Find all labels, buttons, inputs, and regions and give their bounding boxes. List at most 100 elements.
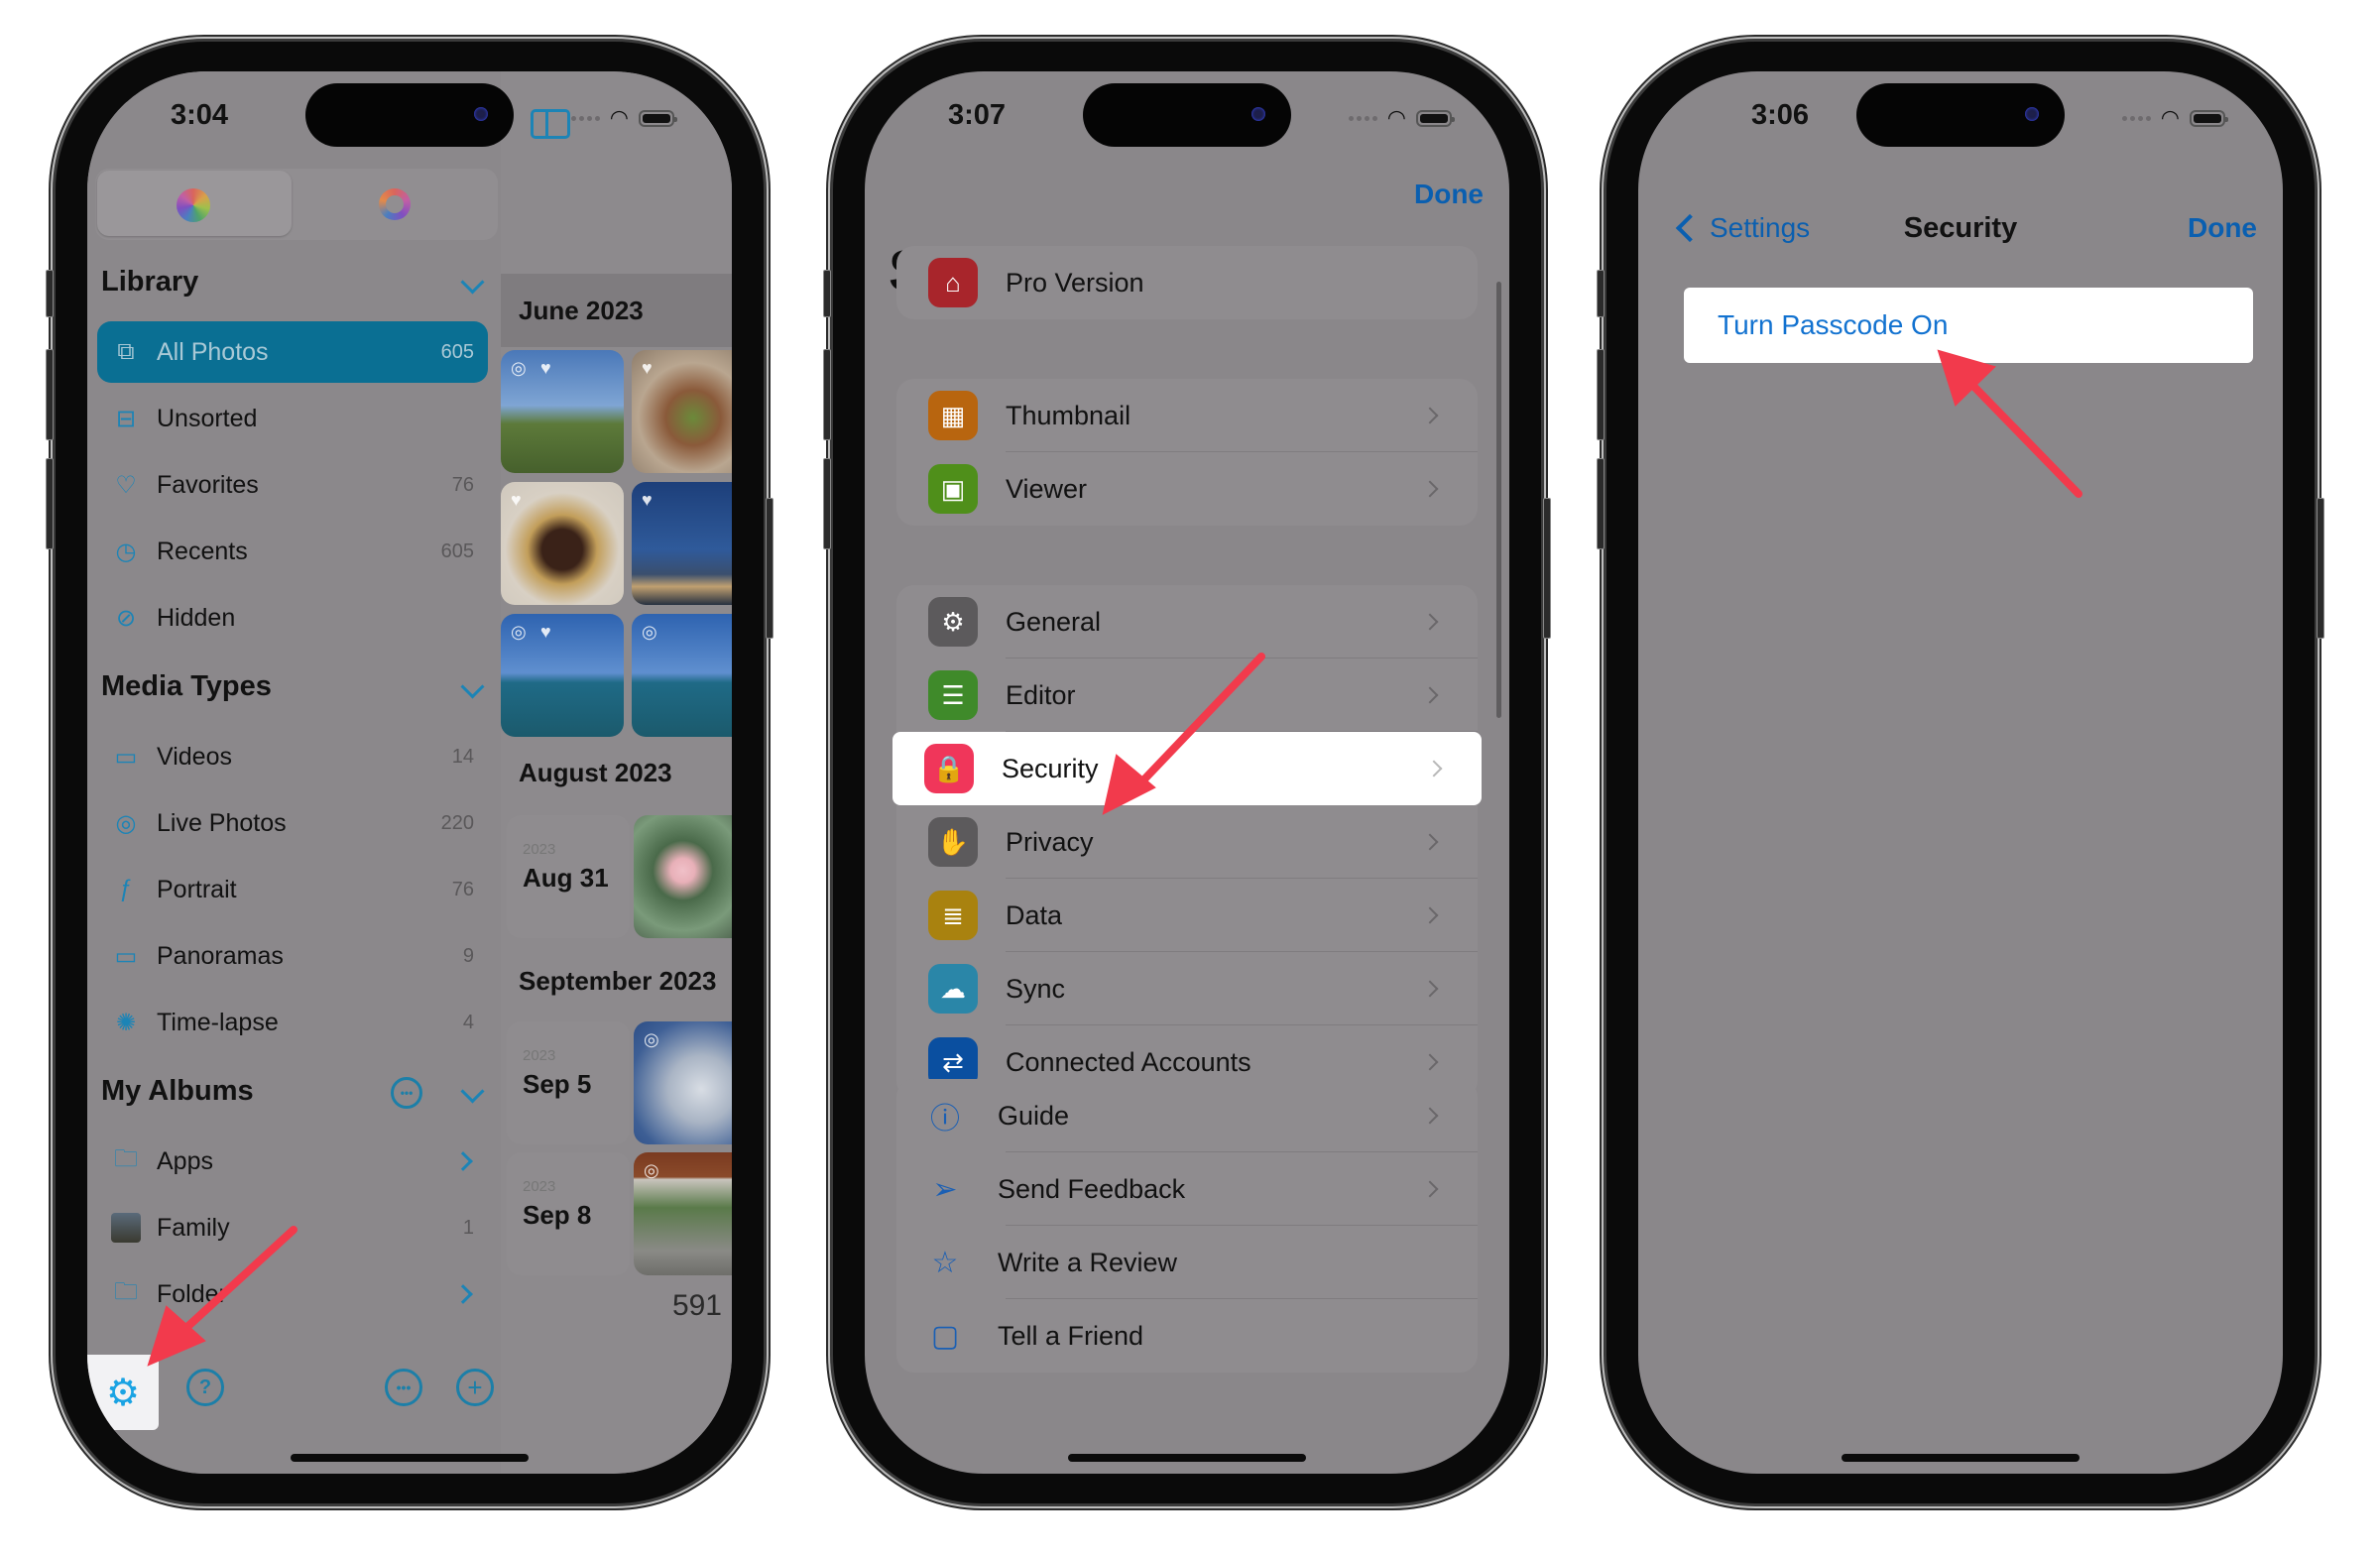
settings-row-write-a-review[interactable]: ☆ Write a Review bbox=[896, 1226, 1478, 1299]
done-button[interactable]: Done bbox=[1414, 179, 1484, 210]
sidebar-item-hidden[interactable]: ⊘ Hidden bbox=[97, 587, 488, 649]
section-title-media-types: Media Types bbox=[101, 670, 272, 702]
paper-plane-icon: ➢ bbox=[932, 1172, 958, 1206]
help-button[interactable]: ? bbox=[186, 1369, 224, 1406]
settings-button[interactable]: ⚙ bbox=[87, 1355, 159, 1430]
photo-thumbnail[interactable]: ♥ bbox=[632, 482, 732, 605]
signal-icon bbox=[2121, 115, 2151, 121]
photo-thumbnail[interactable]: ◎ ♥ bbox=[501, 614, 624, 737]
settings-row-sync[interactable]: ☁ Sync bbox=[896, 952, 1478, 1025]
settings-row-send-feedback[interactable]: ➢ Send Feedback bbox=[896, 1152, 1478, 1226]
sidebar-item-unsorted[interactable]: ⊟ Unsorted bbox=[97, 388, 488, 449]
live-photo-icon: ◎ bbox=[115, 809, 137, 837]
scrollbar[interactable] bbox=[1496, 282, 1501, 718]
phone-side-button bbox=[1597, 270, 1605, 317]
sidebar-item-label: All Photos bbox=[157, 337, 269, 366]
photo-thumbnail[interactable]: ◎ ♥ bbox=[501, 350, 624, 473]
live-photo-icon: ◎ bbox=[644, 1160, 659, 1180]
sidebar-item-panoramas[interactable]: ▭ Panoramas 9 bbox=[97, 925, 488, 987]
settings-row-label: Sync bbox=[1006, 973, 1066, 1004]
settings-row-label: Pro Version bbox=[1006, 267, 1144, 298]
settings-row-label: Guide bbox=[998, 1100, 1070, 1131]
settings-row-editor[interactable]: ☰ Editor bbox=[896, 658, 1478, 732]
chevron-right-icon bbox=[1421, 1180, 1439, 1198]
sidebar-item-recents[interactable]: ◷ Recents 605 bbox=[97, 521, 488, 582]
settings-row-security[interactable]: 🔒 Security bbox=[892, 732, 1482, 805]
camera-icon bbox=[2025, 107, 2039, 121]
folder-icon: 🗀 bbox=[114, 1277, 138, 1305]
settings-row-label: General bbox=[1006, 606, 1102, 637]
album-thumbnail bbox=[109, 1213, 143, 1243]
wifi-icon: ◠ bbox=[1386, 105, 1406, 130]
settings-row-data[interactable]: ≣ Data bbox=[896, 879, 1478, 952]
sidebar-item-label: Favorites bbox=[157, 470, 259, 499]
status-time: 3:07 bbox=[948, 99, 1007, 131]
chevron-down-icon[interactable] bbox=[460, 1079, 485, 1104]
month-header: August 2023 bbox=[519, 757, 672, 787]
date-card[interactable]: 2023 Sep 5 bbox=[507, 1021, 630, 1144]
photo-thumbnail[interactable]: ◎ bbox=[634, 1152, 732, 1275]
tray-icon: ⊟ bbox=[115, 405, 137, 432]
settings-row-privacy[interactable]: ✋ Privacy bbox=[896, 805, 1478, 879]
photo-thumbnail[interactable] bbox=[634, 815, 732, 938]
sidebar-item-all-photos[interactable]: ⧉ All Photos 605 bbox=[97, 321, 488, 383]
source-segmented-control[interactable] bbox=[95, 169, 498, 240]
photo-thumbnail[interactable]: ◎ bbox=[634, 1021, 732, 1144]
settings-row-viewer[interactable]: ▣ Viewer bbox=[896, 452, 1478, 526]
settings-row-label: Write a Review bbox=[998, 1247, 1178, 1277]
settings-row-label: Viewer bbox=[1006, 473, 1088, 504]
sidebar-item-family[interactable]: Family 1 bbox=[97, 1197, 488, 1258]
item-count: 605 bbox=[440, 539, 474, 562]
date-card[interactable]: 2023 Sep 8 bbox=[507, 1152, 630, 1275]
chevron-right-icon bbox=[1421, 686, 1439, 704]
more-button[interactable]: ••• bbox=[385, 1369, 422, 1406]
sidebar-toggle-icon[interactable] bbox=[531, 109, 570, 139]
section-title-my-albums: My Albums bbox=[101, 1075, 254, 1107]
done-button[interactable]: Done bbox=[2188, 212, 2257, 244]
date-card[interactable]: 2023 Aug 31 bbox=[507, 815, 630, 938]
sidebar-item-live-photos[interactable]: ◎ Live Photos 220 bbox=[97, 792, 488, 854]
photo-thumbnail[interactable]: ♥ bbox=[501, 482, 624, 605]
store-icon: ⌂ bbox=[928, 258, 978, 307]
chevron-down-icon[interactable] bbox=[460, 270, 485, 295]
photo-thumbnail[interactable]: ♥ bbox=[632, 350, 732, 473]
status-icons: ◠ bbox=[2121, 105, 2228, 131]
screen: 3:04 ◠ Library ⧉ All Photos 605 ⊟ Unsorted ♡ F… bbox=[87, 71, 732, 1474]
item-count: 220 bbox=[440, 811, 474, 834]
grid-icon: ▦ bbox=[928, 391, 978, 440]
question-icon: ? bbox=[198, 1376, 212, 1398]
phone-side-button bbox=[823, 270, 831, 317]
settings-row-guide[interactable]: ⓘ Guide bbox=[896, 1079, 1478, 1152]
month-header: June 2023 bbox=[501, 274, 732, 347]
sidebar-item-label: Family bbox=[157, 1213, 230, 1242]
sidebar-item-portrait[interactable]: ƒ Portrait 76 bbox=[97, 859, 488, 920]
live-photo-icon: ◎ bbox=[642, 622, 657, 642]
phone-side-button bbox=[46, 270, 54, 317]
photo-total-count: 591 bbox=[671, 1289, 722, 1322]
photo-thumbnail[interactable]: ◎ bbox=[632, 614, 732, 737]
live-photo-icon: ◎ bbox=[511, 358, 527, 378]
sidebar-item-folder[interactable]: 🗀 Folder bbox=[97, 1263, 488, 1325]
settings-row-pro-version[interactable]: ⌂ Pro Version bbox=[896, 246, 1478, 319]
add-button[interactable]: + bbox=[456, 1369, 494, 1406]
battery-icon bbox=[2190, 109, 2228, 127]
dynamic-island bbox=[305, 83, 514, 147]
albums-more-icon[interactable]: ••• bbox=[391, 1077, 422, 1109]
settings-row-general[interactable]: ⚙ General bbox=[896, 585, 1478, 658]
sidebar-item-time-lapse[interactable]: ✺ Time-lapse 4 bbox=[97, 992, 488, 1053]
sidebar-item-favorites[interactable]: ♡ Favorites 76 bbox=[97, 454, 488, 516]
turn-passcode-on-button[interactable]: Turn Passcode On bbox=[1684, 288, 2253, 363]
heart-icon: ♡ bbox=[115, 471, 137, 499]
settings-row-thumbnail[interactable]: ▦ Thumbnail bbox=[896, 379, 1478, 452]
phone-side-button bbox=[46, 458, 54, 549]
settings-group: ⓘ Guide ➢ Send Feedback ☆ Write a Review ▢ Tell… bbox=[896, 1079, 1478, 1373]
star-icon: ☆ bbox=[931, 1246, 959, 1279]
screen: 3:06 ◠ Settings Security Done Turn Passc… bbox=[1638, 71, 2283, 1474]
sidebar-item-videos[interactable]: ▭ Videos 14 bbox=[97, 726, 488, 787]
sidebar-item-apps[interactable]: 🗀 Apps bbox=[97, 1131, 488, 1192]
settings-row-tell-a-friend[interactable]: ▢ Tell a Friend bbox=[896, 1299, 1478, 1373]
date-card-year: 2023 bbox=[523, 1047, 556, 1064]
live-photo-icon: ◎ bbox=[511, 622, 527, 642]
chevron-down-icon[interactable] bbox=[460, 674, 485, 699]
wifi-icon: ◠ bbox=[609, 105, 629, 130]
